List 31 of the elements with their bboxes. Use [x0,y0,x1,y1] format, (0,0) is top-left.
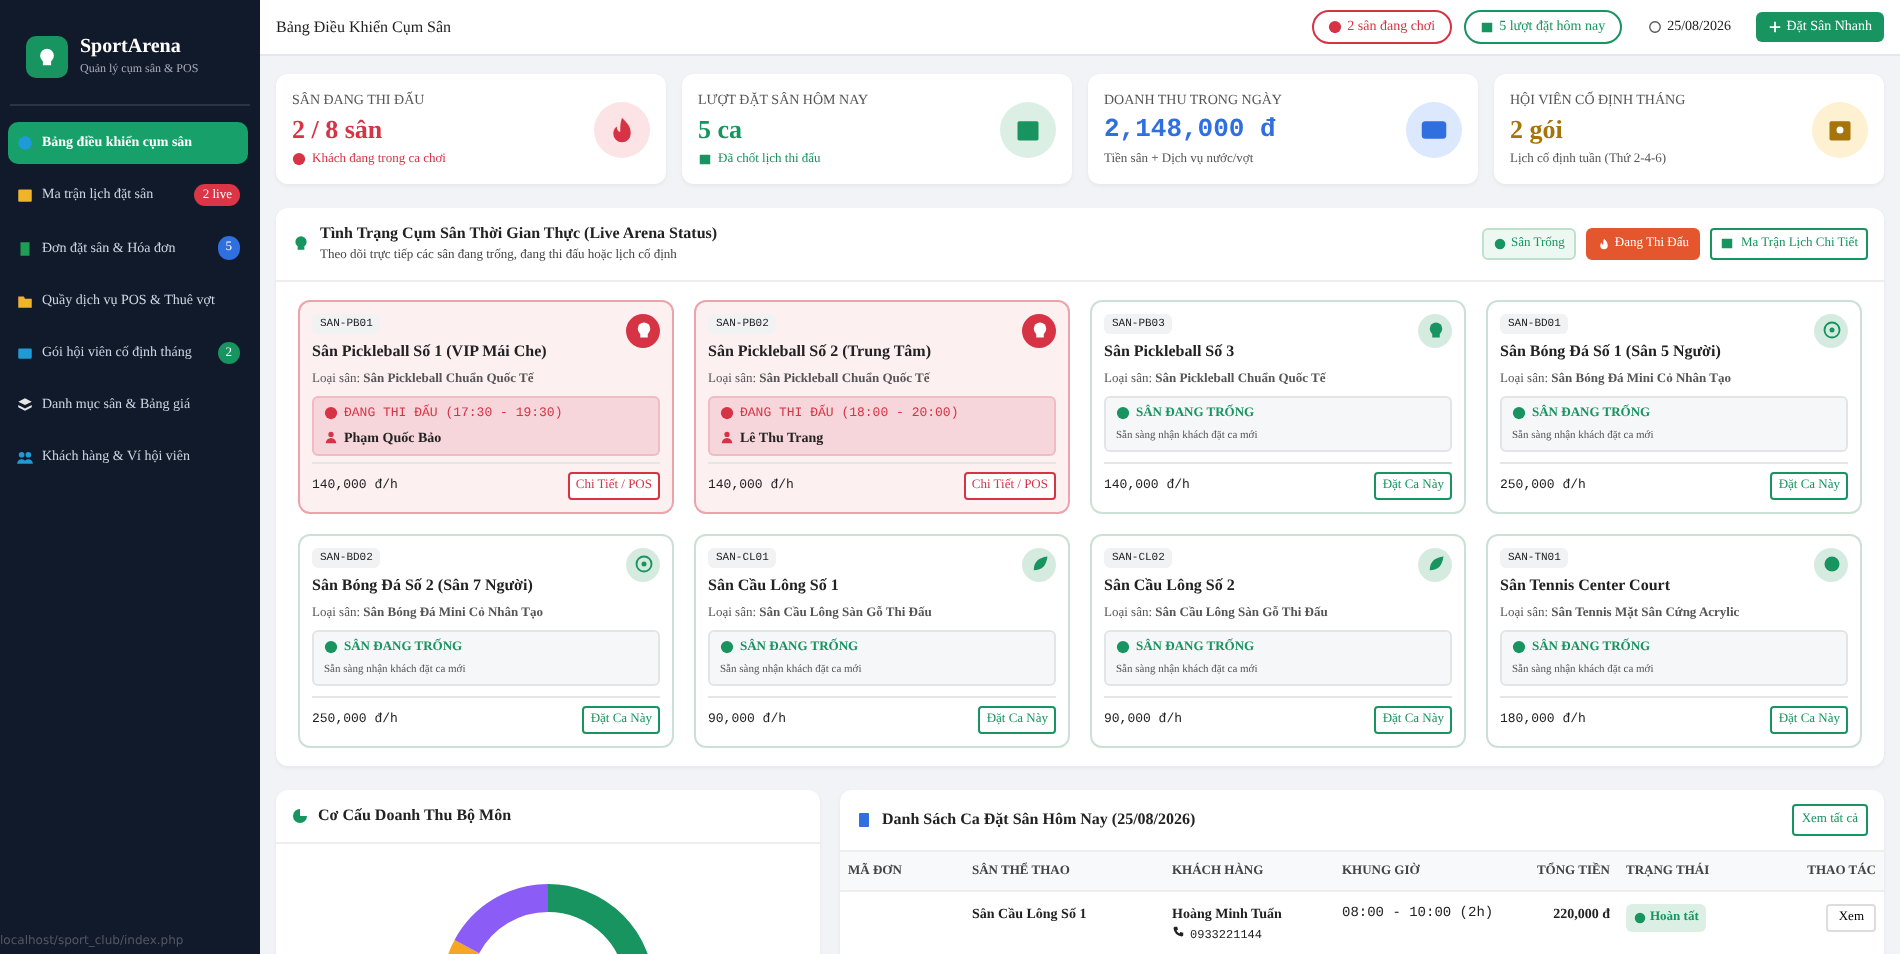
stat-value: 2,148,000 đ [1104,112,1278,149]
flame-icon [608,115,636,143]
id-badge-icon [1826,115,1854,143]
page-title: Bảng Điều Khiển Cụm Sân [276,15,452,39]
user-icon [324,430,338,445]
plus-icon [1768,20,1783,35]
court-name: Sân Pickleball Số 2 (Trung Tâm) [708,340,931,364]
flame-icon [1598,237,1611,250]
folder-icon [16,291,34,310]
court-name: Sân Pickleball Số 3 [1104,340,1235,364]
brand-title: SportArena [80,34,183,62]
phone-icon [1172,925,1184,938]
leaf-icon [1425,554,1445,575]
court-name: Sân Bóng Đá Số 2 (Sân 7 Người) [312,574,533,598]
stat-value: 2 / 8 sân [292,112,385,149]
stat-value: 5 ca [698,112,745,149]
court-name: Sân Pickleball Số 1 (VIP Mái Che) [312,340,547,364]
user-icon [720,430,734,445]
users-icon [16,447,34,465]
panel-title: Danh Sách Ca Đặt Sân Hôm Nay (25/08/2026) [882,807,1196,832]
court-name: Sân Bóng Đá Số 1 (Sân 5 Người) [1500,340,1721,364]
court-name: Sân Cầu Lông Số 2 [1104,574,1235,598]
court-name: Sân Cầu Lông Số 1 [708,574,839,598]
court-name: Sân Tennis Center Court [1500,574,1670,598]
panel-title: Cơ Cấu Doanh Thu Bộ Môn [318,803,512,828]
leaf-icon [1029,554,1049,575]
pie-chart-icon [292,807,308,824]
layers-icon [16,396,34,414]
logo-icon [26,35,68,77]
stat-value: 2 gói [1510,112,1565,149]
panel-title: Tình Trạng Cụm Sân Thời Gian Thực (Live Arena Status) [320,222,718,246]
